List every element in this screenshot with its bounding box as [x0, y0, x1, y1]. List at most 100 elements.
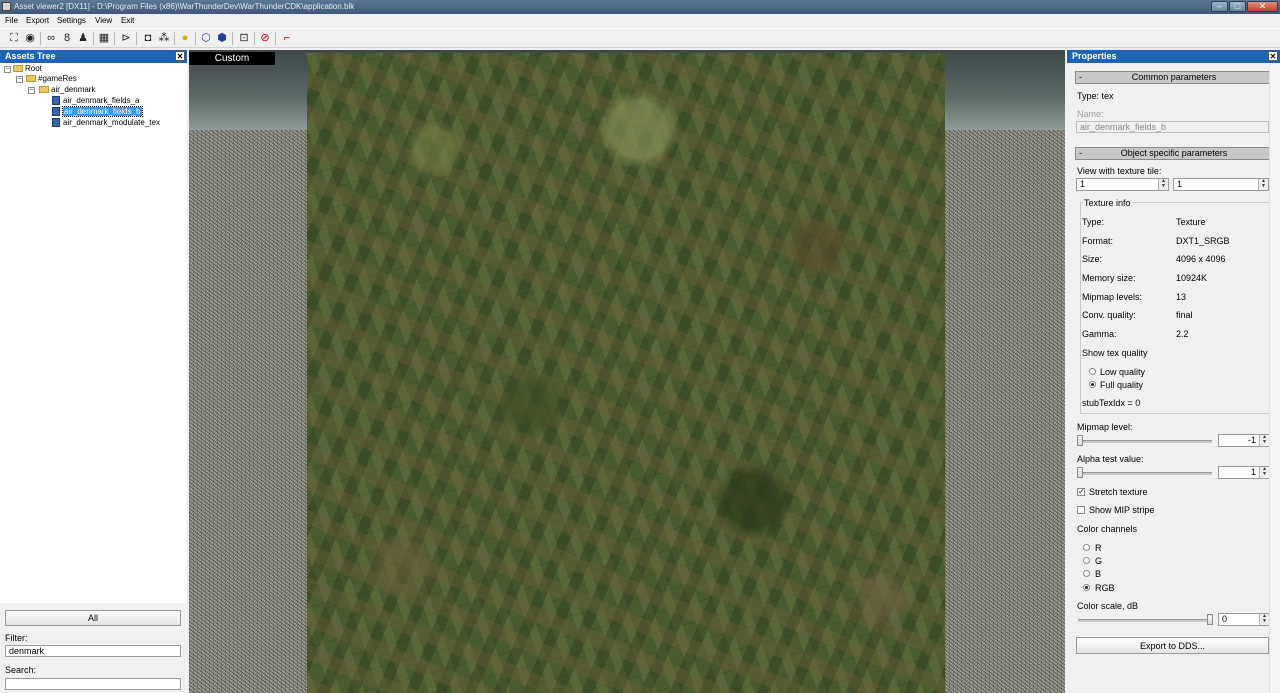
menu-file[interactable]: File	[5, 16, 18, 25]
toolbar-separator	[195, 32, 196, 45]
full-quality-label[interactable]: Full quality	[1100, 380, 1143, 390]
collapse-icon[interactable]: −	[4, 66, 11, 73]
info-value: 4096 x 4096	[1176, 254, 1226, 264]
view-mode-label[interactable]: Custom	[189, 52, 275, 65]
mip-stripe-label[interactable]: Show MIP stripe	[1089, 505, 1154, 515]
filter-input[interactable]: denmark	[5, 645, 181, 657]
mipmap-spinner[interactable]: -1 ▲ ▼	[1218, 434, 1270, 447]
tree-item-fields-b[interactable]: air_denmark_fields_b	[52, 106, 143, 117]
alpha-slider-track[interactable]	[1078, 472, 1212, 475]
collapse-icon: -	[1079, 72, 1082, 82]
tile-x-value: 1	[1080, 179, 1086, 189]
figure-icon[interactable]: ♟	[77, 32, 89, 44]
navigate-icon[interactable]: ⊳	[120, 32, 132, 44]
tree-node-air-denmark[interactable]: air_denmark	[39, 85, 95, 95]
color-scale-value: 0	[1222, 614, 1228, 624]
mipmap-slider-thumb[interactable]	[1077, 435, 1083, 446]
properties-scrollbar[interactable]	[1269, 64, 1280, 693]
close-icon[interactable]: ✕	[175, 51, 185, 61]
binoculars-icon[interactable]: 8	[61, 32, 73, 44]
properties-title: Properties	[1072, 51, 1117, 61]
menu-bar: File Export Settings View Exit	[0, 14, 1280, 28]
texture-preview	[307, 53, 945, 693]
toolbar-separator	[254, 32, 255, 45]
alpha-slider-thumb[interactable]	[1077, 467, 1083, 478]
close-icon[interactable]: ✕	[1268, 51, 1278, 61]
channel-g-radio[interactable]	[1083, 557, 1090, 564]
tree-node-label: air_denmark_modulate_tex	[63, 118, 160, 127]
name-label: Name:	[1077, 109, 1104, 119]
folder-icon	[39, 86, 49, 94]
info-label: Size:	[1082, 254, 1103, 264]
channel-rgb-label[interactable]: RGB	[1095, 583, 1115, 593]
search-input[interactable]	[5, 678, 181, 690]
glasses-icon[interactable]: ∞	[45, 32, 57, 44]
color-scale-slider-thumb[interactable]	[1207, 614, 1213, 625]
channel-b-label[interactable]: B	[1095, 569, 1101, 579]
filter-label: Filter:	[5, 633, 28, 643]
info-label: Memory size:	[1082, 273, 1136, 283]
frame-select-icon[interactable]: ⊡	[238, 32, 250, 44]
assets-tree-title: Assets Tree	[5, 51, 56, 61]
full-quality-radio[interactable]	[1089, 381, 1096, 388]
spinner-arrows-icon[interactable]: ▲ ▼	[1258, 179, 1268, 190]
light-icon[interactable]: ●	[179, 32, 191, 44]
viewport[interactable]: Custom	[189, 50, 1065, 693]
object-specific-header[interactable]: - Object specific parameters	[1075, 147, 1273, 160]
info-value: final	[1176, 310, 1193, 320]
properties-panel: Properties ✕ - Common parameters Type: t…	[1067, 50, 1280, 693]
low-quality-radio[interactable]	[1089, 368, 1096, 375]
connect-icon[interactable]: ⁂	[158, 32, 170, 44]
color-scale-spinner[interactable]: 0 ▲ ▼	[1218, 613, 1270, 626]
channel-b-radio[interactable]	[1083, 570, 1090, 577]
menu-export[interactable]: Export	[26, 16, 49, 25]
cube-icon[interactable]: ⬡	[200, 32, 212, 44]
channel-r-label[interactable]: R	[1095, 543, 1102, 553]
tile-y-spinner[interactable]: 1 ▲ ▼	[1173, 178, 1269, 191]
info-value: 10924K	[1176, 273, 1208, 283]
low-quality-label[interactable]: Low quality	[1100, 367, 1145, 377]
menu-view[interactable]: View	[95, 16, 112, 25]
mipmap-slider-track[interactable]	[1078, 440, 1212, 443]
alpha-spinner[interactable]: 1 ▲ ▼	[1218, 466, 1270, 479]
menu-exit[interactable]: Exit	[121, 16, 134, 25]
minimize-button[interactable]: –	[1211, 1, 1228, 12]
tile-x-spinner[interactable]: 1 ▲ ▼	[1076, 178, 1169, 191]
solid-cube-icon[interactable]: ⬢	[216, 32, 228, 44]
no-texture-icon[interactable]: ⊘	[259, 32, 271, 44]
camera-icon[interactable]: ◘	[142, 32, 154, 44]
mip-stripe-checkbox[interactable]	[1077, 506, 1085, 514]
info-label: Mipmap levels:	[1082, 292, 1143, 302]
name-field[interactable]: air_denmark_fields_b	[1076, 121, 1269, 133]
export-dds-button[interactable]: Export to DDS...	[1076, 637, 1269, 654]
all-button[interactable]: All	[5, 610, 181, 626]
stretch-checkbox[interactable]: ✓	[1077, 488, 1085, 496]
tree-node-gameres[interactable]: #gameRes	[26, 74, 77, 84]
tree-item-modulate-tex[interactable]: air_denmark_modulate_tex	[52, 118, 160, 128]
channel-r-radio[interactable]	[1083, 544, 1090, 551]
axes-icon[interactable]: ⌐	[281, 32, 293, 44]
tree-item-fields-a[interactable]: air_denmark_fields_a	[52, 96, 140, 106]
grid-icon[interactable]: ▦	[98, 32, 110, 44]
menu-settings[interactable]: Settings	[57, 16, 86, 25]
spinner-arrows-icon[interactable]: ▲ ▼	[1158, 179, 1168, 190]
collapse-icon[interactable]: −	[16, 76, 23, 83]
eye-icon[interactable]: ◉	[24, 32, 36, 44]
color-scale-slider-track[interactable]	[1078, 619, 1212, 622]
frame-icon[interactable]: ⛶	[8, 32, 20, 44]
collapse-icon[interactable]: −	[28, 87, 35, 94]
common-parameters-header[interactable]: - Common parameters	[1075, 71, 1273, 84]
channel-g-label[interactable]: G	[1095, 556, 1102, 566]
spinner-arrows-icon[interactable]: ▲ ▼	[1259, 614, 1269, 625]
stretch-label[interactable]: Stretch texture	[1089, 487, 1148, 497]
title-bar: Asset viewer2 [DX11] - D:\Program Files …	[0, 0, 1280, 14]
toolbar-separator	[232, 32, 233, 45]
spinner-arrows-icon[interactable]: ▲ ▼	[1259, 467, 1269, 478]
spinner-arrows-icon[interactable]: ▲ ▼	[1259, 435, 1269, 446]
tree-node-root[interactable]: Root	[13, 64, 42, 74]
channel-rgb-radio[interactable]	[1083, 584, 1090, 591]
tree-node-label: #gameRes	[38, 74, 77, 83]
toolbar-separator	[275, 32, 276, 45]
maximize-button[interactable]: □	[1229, 1, 1246, 12]
close-window-button[interactable]: ✕	[1247, 1, 1278, 12]
